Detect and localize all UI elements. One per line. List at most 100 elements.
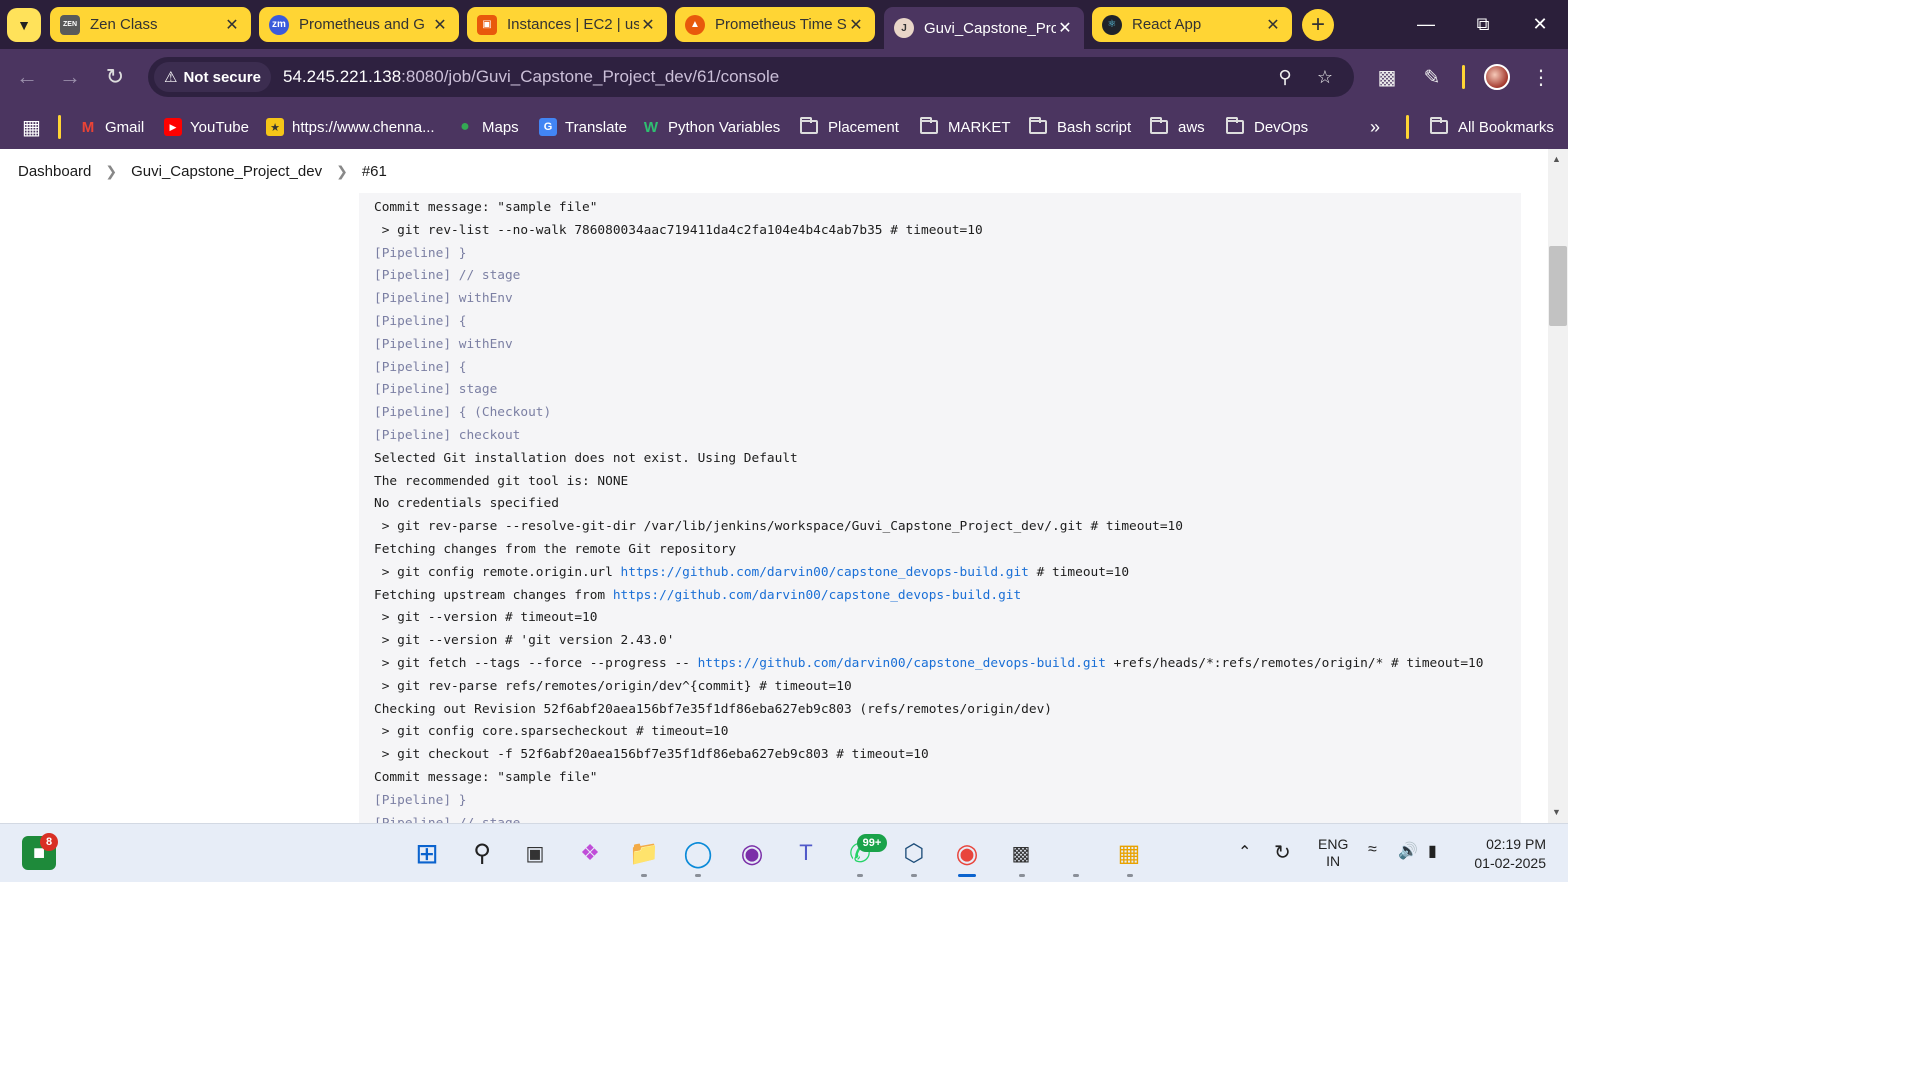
edge-button[interactable]: ◯	[681, 836, 715, 870]
repo-link[interactable]: https://github.com/darvin00/capstone_dev…	[613, 588, 1021, 603]
active-indicator	[958, 874, 976, 877]
close-icon[interactable]: ✕	[431, 15, 449, 35]
bookmark-folder-market[interactable]: MARKET	[920, 115, 1011, 139]
zoom-button[interactable]: ⚲	[1274, 66, 1296, 88]
search-button[interactable]: ⚲	[465, 836, 499, 870]
chrome-button[interactable]: ◉	[950, 836, 984, 870]
show-hidden-icons-button[interactable]: ⌃	[1238, 842, 1251, 862]
clock[interactable]: 02:19 PM 01-02-2025	[1466, 835, 1546, 873]
bookmark-python-variables[interactable]: W Python Variables	[642, 115, 780, 139]
task-view-button[interactable]: ▣	[518, 836, 552, 870]
volume-icon[interactable]: 🔊	[1398, 841, 1418, 861]
tab-title: Prometheus Time S	[715, 16, 847, 33]
bookmark-star-button[interactable]: ☆	[1314, 66, 1336, 88]
close-window-button[interactable]: ✕	[1520, 8, 1560, 40]
close-icon[interactable]: ✕	[223, 15, 241, 35]
close-icon[interactable]: ✕	[1056, 18, 1074, 38]
start-button[interactable]: ⊞	[410, 836, 444, 870]
console-line: > git --version # 'git version 2.43.0'	[374, 633, 675, 649]
console-text: +refs/heads/*:refs/remotes/origin/* # ti…	[1105, 655, 1484, 671]
wifi-icon[interactable]: ≈	[1368, 841, 1377, 859]
virtualbox-button[interactable]: ⬡	[897, 836, 931, 870]
apps-button[interactable]: ▦	[22, 115, 41, 139]
language-indicator[interactable]: ENG IN	[1318, 836, 1348, 870]
reload-icon: ↻	[105, 64, 125, 89]
sublime-text-button[interactable]: ▦	[1112, 836, 1146, 870]
bookmarks-divider	[58, 115, 61, 139]
forward-button[interactable]: →	[54, 61, 86, 93]
chevron-right-icon: ❯	[105, 162, 118, 179]
extensions-button[interactable]: ✎	[1416, 61, 1448, 93]
running-indicator	[857, 874, 863, 877]
github-desktop-button[interactable]: ◉	[735, 836, 769, 870]
url-text[interactable]: 54.245.221.138:8080/job/Guvi_Capstone_Pr…	[283, 67, 779, 87]
browser-menu-button[interactable]: ⋮	[1525, 61, 1557, 93]
console-pipeline-line: [Pipeline] // stage	[374, 268, 521, 284]
bookmark-translate[interactable]: G Translate	[539, 115, 627, 139]
teams-button[interactable]: T	[789, 836, 823, 870]
battery-icon[interactable]: ▮	[1428, 841, 1437, 861]
tab-prometheus-time-series[interactable]: ▲ Prometheus Time S ✕	[675, 7, 875, 42]
bookmark-folder-bash-script[interactable]: Bash script	[1029, 115, 1131, 139]
repo-link[interactable]: https://github.com/darvin00/capstone_dev…	[698, 656, 1106, 671]
tab-jenkins-console[interactable]: J Guvi_Capstone_Pro ✕	[884, 7, 1084, 49]
console-text: > git config remote.origin.url	[374, 564, 621, 580]
running-indicator	[695, 874, 701, 877]
tab-react-app[interactable]: ⚛ React App ✕	[1092, 7, 1292, 42]
terminal-button[interactable]: ▩	[1004, 836, 1038, 870]
bookmark-label: Translate	[565, 118, 627, 136]
breadcrumb: Dashboard ❯ Guvi_Capstone_Project_dev ❯ …	[0, 149, 1548, 193]
breadcrumb-build[interactable]: #61	[362, 163, 387, 180]
site-info-button[interactable]: ⚠ Not secure	[154, 62, 271, 92]
arrow-right-icon: →	[59, 64, 81, 89]
minimize-button[interactable]: —	[1406, 8, 1446, 40]
page-scrollbar[interactable]: ▲ ▼	[1548, 149, 1568, 823]
restore-button[interactable]: ⧉	[1463, 8, 1503, 40]
tab-title: React App	[1132, 16, 1202, 33]
bookmark-maps[interactable]: ● Maps	[456, 115, 519, 139]
clock-time: 02:19 PM	[1486, 836, 1546, 852]
more-bookmarks-button[interactable]: »	[1370, 115, 1380, 139]
console-line: > git --version # timeout=10	[374, 610, 598, 626]
close-icon[interactable]: ✕	[847, 15, 865, 35]
sync-button[interactable]: ↻	[1274, 840, 1291, 865]
tab-prometheus-grafana[interactable]: zm Prometheus and G ✕	[259, 7, 459, 42]
bookmark-gmail[interactable]: M Gmail	[79, 115, 144, 139]
whatsapp-badge: 99+	[857, 834, 887, 852]
file-explorer-button[interactable]: 📁	[627, 836, 661, 870]
tab-strip: ▼ ZEN Zen Class ✕ zm Prometheus and G ✕ …	[0, 0, 1568, 49]
bookmark-folder-devops[interactable]: DevOps	[1226, 115, 1308, 139]
aws-favicon: ▣	[477, 14, 497, 35]
cube-icon: ⬡	[903, 839, 925, 867]
warning-icon: ⚠	[164, 69, 178, 86]
back-button[interactable]: ←	[11, 61, 43, 93]
close-icon[interactable]: ✕	[639, 15, 657, 35]
scrollbar-thumb[interactable]	[1549, 246, 1567, 326]
repo-link[interactable]: https://github.com/darvin00/capstone_dev…	[621, 565, 1029, 580]
new-tab-button[interactable]: +	[1302, 9, 1334, 41]
magnifier-icon: ⚲	[1278, 66, 1292, 87]
all-bookmarks-button[interactable]: All Bookmarks	[1430, 115, 1554, 139]
bookmark-folder-aws[interactable]: aws	[1150, 115, 1205, 139]
github-icon: ◉	[740, 837, 764, 868]
edge-icon: ◯	[683, 837, 713, 868]
bookmark-folder-placement[interactable]: Placement	[800, 115, 899, 139]
running-indicator	[1019, 874, 1025, 877]
bookmark-youtube[interactable]: ▶ YouTube	[164, 115, 249, 139]
address-bar[interactable]: ⚠ Not secure 54.245.221.138:8080/job/Guv…	[148, 57, 1354, 97]
qr-code-button[interactable]: ▩	[1371, 61, 1403, 93]
tab-zen-class[interactable]: ZEN Zen Class ✕	[50, 7, 251, 42]
close-icon[interactable]: ✕	[1264, 15, 1282, 35]
folder-icon	[1226, 117, 1244, 134]
tab-search-button[interactable]: ▼	[7, 8, 41, 42]
copilot-button[interactable]: ❖	[573, 836, 607, 870]
console-text: > git fetch --tags --force --progress --	[374, 655, 698, 671]
breadcrumb-job[interactable]: Guvi_Capstone_Project_dev	[131, 163, 322, 180]
profile-avatar[interactable]	[1484, 64, 1510, 90]
breadcrumb-dashboard[interactable]: Dashboard	[18, 163, 91, 180]
scroll-up-icon[interactable]: ▲	[1552, 154, 1561, 164]
tab-ec2-instances[interactable]: ▣ Instances | EC2 | us ✕	[467, 7, 667, 42]
bookmark-chennai[interactable]: ★ https://www.chenna...	[266, 115, 435, 139]
scroll-down-icon[interactable]: ▼	[1552, 807, 1561, 817]
reload-button[interactable]: ↻	[99, 61, 131, 93]
